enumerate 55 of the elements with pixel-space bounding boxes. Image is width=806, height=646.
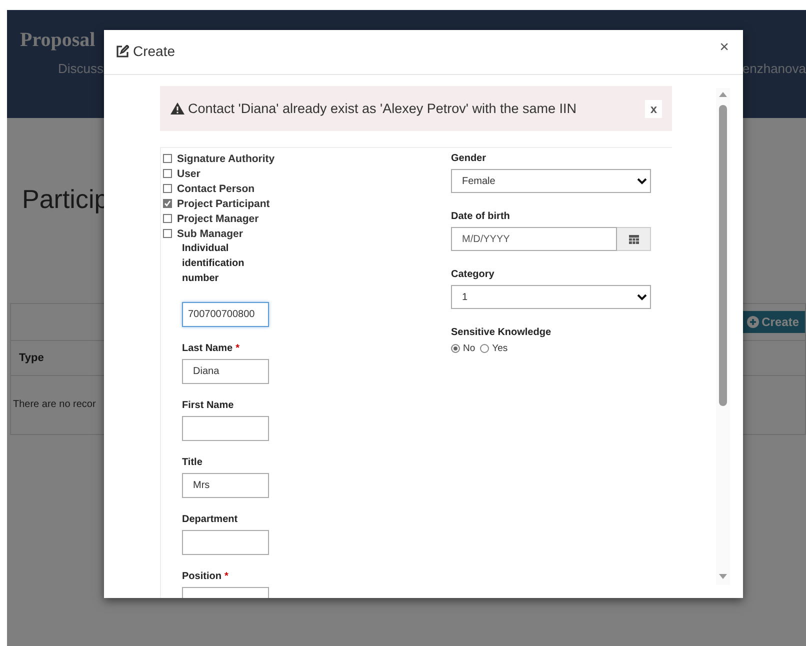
alert-message: Contact 'Diana' already exist as 'Alexey Petrov' with the same IIN	[188, 101, 578, 116]
field-label: Individual identification number	[182, 242, 246, 286]
plus-circle-icon	[746, 316, 759, 328]
field-label: Gender	[451, 152, 488, 166]
checkbox[interactable]	[163, 184, 172, 193]
check-icon	[164, 200, 171, 207]
dialog-title: Create	[133, 43, 176, 59]
edit-icon	[116, 44, 129, 58]
warning-icon	[170, 102, 185, 115]
date-field[interactable]: M/D/YYYY	[451, 227, 617, 251]
app-title: Proposal	[19, 28, 96, 52]
checkbox[interactable]	[163, 199, 172, 208]
column-header: Type	[19, 352, 44, 364]
required-mark: *	[224, 570, 228, 584]
field-label: Category	[451, 268, 496, 282]
required-mark: *	[236, 342, 240, 356]
field-label: Title	[182, 456, 202, 470]
field-label: Department	[182, 513, 238, 527]
field-label: Position	[182, 570, 222, 584]
checkbox-label: Signature Authority	[177, 152, 275, 164]
field-label: Date of birth	[451, 210, 511, 224]
scroll-down-icon	[719, 574, 727, 579]
input-field[interactable]	[182, 416, 269, 441]
checkbox[interactable]	[163, 154, 172, 163]
checkbox-label: Contact Person	[177, 182, 255, 194]
radio-label: No	[463, 343, 476, 354]
scroll-up-icon	[719, 92, 727, 97]
field-label: Last Name	[182, 342, 233, 356]
empty-message: There are no recor	[12, 398, 96, 410]
field-label: First Name	[182, 399, 234, 413]
checkbox[interactable]	[163, 229, 172, 238]
chevron-down-icon	[637, 178, 647, 184]
calendar-button[interactable]	[617, 227, 651, 251]
radio-button[interactable]	[480, 344, 490, 353]
input-field[interactable]: Mrs	[182, 473, 269, 498]
input-field[interactable]: Diana	[182, 359, 269, 384]
radio-label: Yes	[492, 343, 508, 354]
checkbox[interactable]	[163, 169, 172, 178]
checkbox-label: User	[177, 168, 200, 180]
input-field[interactable]	[182, 530, 269, 555]
select-field[interactable]: 1	[451, 285, 651, 309]
checkbox-label: Sub Manager	[177, 228, 243, 240]
radio-button[interactable]	[451, 344, 460, 353]
scrollbar[interactable]	[716, 88, 730, 585]
checkbox-label: Project Manager	[177, 212, 259, 224]
checkbox[interactable]	[163, 214, 172, 223]
scrollbar-thumb[interactable]	[719, 105, 727, 406]
calendar-icon	[628, 234, 638, 244]
dismiss-button[interactable]: x	[645, 100, 662, 118]
checkbox-label: Project Participant	[177, 198, 270, 210]
input-field[interactable]: 700700700800	[182, 302, 269, 327]
select-field[interactable]: Female	[451, 169, 651, 193]
close-button[interactable]: ×	[718, 39, 731, 57]
field-label: Sensitive Knowledge	[451, 326, 552, 340]
chevron-down-icon	[637, 294, 647, 300]
